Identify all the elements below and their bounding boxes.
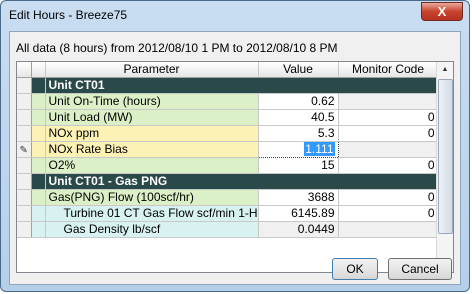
section-expander[interactable] <box>31 77 46 94</box>
row-header[interactable] <box>17 93 32 110</box>
row-header[interactable] <box>17 109 32 126</box>
table-row[interactable]: Gas(PNG) Flow (100scf/hr) 3688 0 <box>17 189 439 206</box>
selected-value-text[interactable]: 1.111 <box>304 142 335 156</box>
row-indent <box>31 125 46 142</box>
dialog-client-area: All data (8 hours) from 2012/08/10 1 PM … <box>9 31 461 285</box>
value-cell[interactable]: 3688 <box>258 189 339 206</box>
parameter-label: NOx Rate Bias <box>45 141 259 158</box>
table-row[interactable]: Turbine 01 CT Gas Flow scf/min 1-Hr 6145… <box>17 205 439 222</box>
monitor-code-cell[interactable]: 0 <box>338 157 439 174</box>
parameter-label: Turbine 01 CT Gas Flow scf/min 1-Hr <box>45 205 259 222</box>
row-indent <box>31 205 46 222</box>
monitor-code-cell[interactable]: 0 <box>338 125 439 142</box>
parameter-grid: Parameter Value Monitor Code Unit CT01 U… <box>16 61 454 273</box>
close-button[interactable]: X <box>421 2 463 21</box>
row-header[interactable] <box>17 157 32 174</box>
parameter-label: O2% <box>45 157 259 174</box>
monitor-code-cell[interactable]: 0 <box>338 205 439 222</box>
value-cell[interactable]: 40.5 <box>258 109 339 126</box>
pencil-icon: ✎ <box>19 145 28 156</box>
parameter-label: Gas(PNG) Flow (100scf/hr) <box>45 189 259 206</box>
row-indent <box>31 189 46 206</box>
scroll-up-arrow-icon[interactable]: ▲ <box>437 62 453 78</box>
value-edit-input[interactable]: 1.111 <box>257 140 339 158</box>
window-title: Edit Hours - Breeze75 <box>9 8 128 22</box>
row-indent <box>31 109 46 126</box>
table-row-editing[interactable]: ✎ NOx Rate Bias 1.111 <box>17 140 439 158</box>
section-label: Unit CT01 - Gas PNG <box>45 173 439 190</box>
parameter-label: Unit On-Time (hours) <box>45 93 259 110</box>
monitor-code-cell[interactable] <box>338 221 439 238</box>
row-indent <box>31 93 46 110</box>
column-header-value[interactable]: Value <box>258 62 339 78</box>
vertical-scrollbar[interactable]: ▲ ▼ <box>436 62 453 272</box>
value-cell[interactable]: 15 <box>258 157 339 174</box>
table-row[interactable]: Unit On-Time (hours) 0.62 <box>17 93 439 110</box>
parameter-table: Parameter Value Monitor Code Unit CT01 U… <box>17 62 439 238</box>
monitor-code-cell[interactable]: 0 <box>338 189 439 206</box>
column-header-monitor-code[interactable]: Monitor Code <box>338 62 439 78</box>
section-expander[interactable] <box>31 173 46 190</box>
value-cell[interactable]: 5.3 <box>258 125 339 142</box>
row-header[interactable] <box>17 173 32 190</box>
edit-hours-dialog: Edit Hours - Breeze75 X All data (8 hour… <box>0 0 470 292</box>
row-header[interactable] <box>17 125 32 142</box>
row-indent <box>31 157 46 174</box>
ok-button[interactable]: OK <box>332 258 378 280</box>
column-header-parameter[interactable]: Parameter <box>45 62 259 78</box>
table-row[interactable]: O2% 15 0 <box>17 157 439 174</box>
row-header[interactable] <box>17 205 32 222</box>
row-header[interactable] <box>17 189 32 206</box>
title-bar[interactable]: Edit Hours - Breeze75 X <box>1 1 469 31</box>
value-cell[interactable]: 0.62 <box>258 93 339 110</box>
section-label: Unit CT01 <box>45 77 439 94</box>
row-indent <box>31 221 46 238</box>
grid-header-row: Parameter Value Monitor Code <box>17 62 439 78</box>
section-row-unit-ct01-gas-png[interactable]: Unit CT01 - Gas PNG <box>17 173 439 190</box>
date-range-info: All data (8 hours) from 2012/08/10 1 PM … <box>16 41 338 55</box>
monitor-code-cell[interactable] <box>338 93 439 110</box>
corner-cell <box>17 62 32 78</box>
monitor-code-cell[interactable]: 0 <box>338 109 439 126</box>
parameter-label: Unit Load (MW) <box>45 109 259 126</box>
value-cell[interactable]: 6145.89 <box>258 205 339 222</box>
row-header[interactable] <box>17 77 32 94</box>
table-row[interactable]: Gas Density lb/scf 0.0449 <box>17 221 439 238</box>
section-row-unit-ct01[interactable]: Unit CT01 <box>17 77 439 94</box>
header-indent-cell <box>31 62 46 78</box>
row-indent <box>31 141 46 158</box>
row-header[interactable] <box>17 221 32 238</box>
parameter-label: NOx ppm <box>45 125 259 142</box>
scrollbar-thumb[interactable] <box>438 79 453 234</box>
cancel-button[interactable]: Cancel <box>388 258 452 280</box>
value-cell[interactable]: 0.0449 <box>258 221 339 238</box>
parameter-label: Gas Density lb/scf <box>45 221 259 238</box>
table-row[interactable]: Unit Load (MW) 40.5 0 <box>17 109 439 126</box>
monitor-code-cell[interactable] <box>338 141 439 158</box>
table-row[interactable]: NOx ppm 5.3 0 <box>17 125 439 142</box>
row-header[interactable]: ✎ <box>17 141 32 158</box>
